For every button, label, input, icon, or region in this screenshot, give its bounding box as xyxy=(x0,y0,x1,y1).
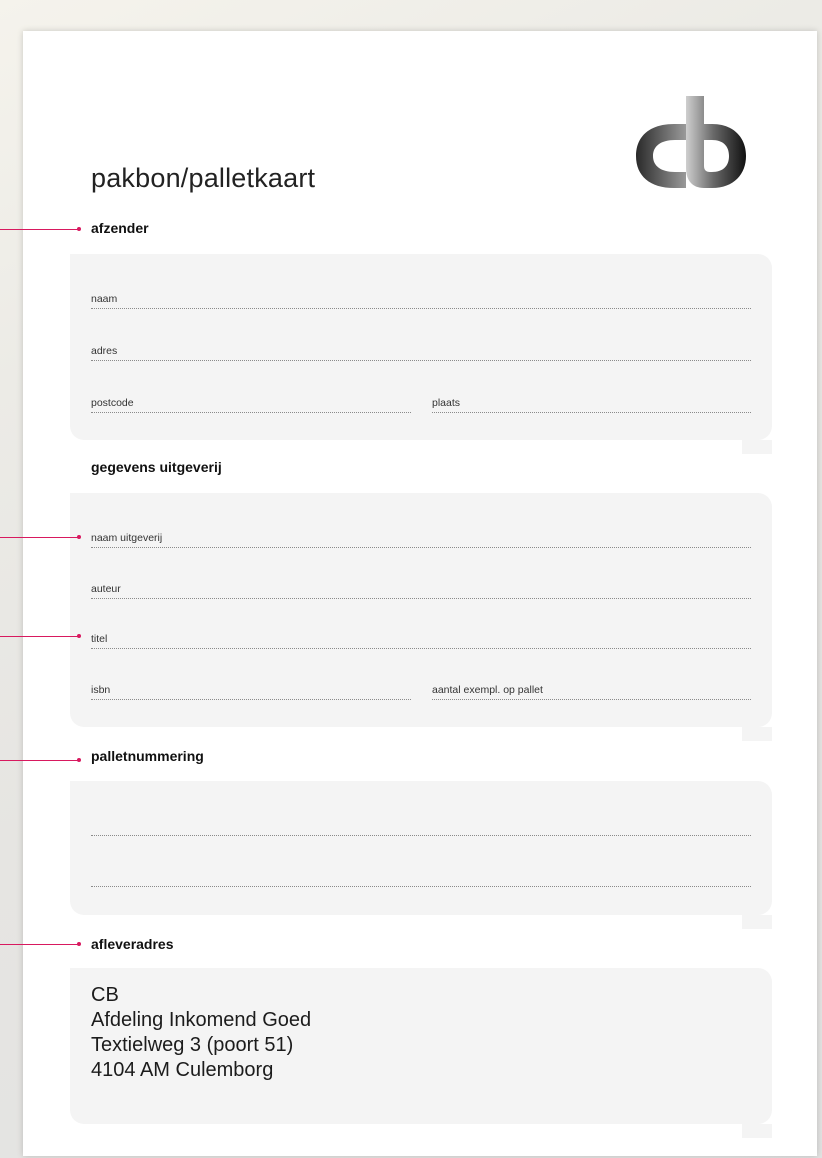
address-line-city: 4104 AM Culemborg xyxy=(91,1059,274,1081)
isbn-field[interactable]: isbn xyxy=(91,683,411,700)
fold-marker-dot xyxy=(77,758,81,762)
fold-marker-line xyxy=(0,229,79,230)
palletnummer-line-2[interactable] xyxy=(91,885,751,887)
panel-uitgeverij: naam uitgeverij auteur titel isbn aantal… xyxy=(70,493,772,741)
fold-marker-line xyxy=(0,537,79,538)
fold-marker-dot xyxy=(77,634,81,638)
section-heading-afleveradres: afleveradres xyxy=(91,936,174,952)
address-line-name: CB xyxy=(91,984,119,1006)
fold-marker-line xyxy=(0,760,79,761)
document-sheet: pakbon/palletkaart afzender naam adres p… xyxy=(23,31,817,1156)
panel-afzender: naam adres postcode plaats xyxy=(70,254,772,454)
document-title: pakbon/palletkaart xyxy=(91,163,316,193)
panel-afleveradres: CB Afdeling Inkomend Goed Textielweg 3 (… xyxy=(70,968,772,1138)
fold-marker-line xyxy=(0,944,79,945)
section-heading-afzender: afzender xyxy=(91,220,149,236)
aantal-exemplaren-field[interactable]: aantal exempl. op pallet xyxy=(432,683,751,700)
fold-marker-dot xyxy=(77,535,81,539)
panel-palletnummering xyxy=(70,781,772,929)
titel-field[interactable]: titel xyxy=(91,632,751,649)
postcode-field[interactable]: postcode xyxy=(91,396,411,413)
naam-field[interactable]: naam xyxy=(91,292,751,309)
adres-field[interactable]: adres xyxy=(91,344,751,361)
fold-marker-dot xyxy=(77,227,81,231)
address-line-street: Textielweg 3 (poort 51) xyxy=(91,1034,294,1056)
cb-logo-icon xyxy=(636,96,746,188)
fold-marker-line xyxy=(0,636,79,637)
palletnummer-line-1[interactable] xyxy=(91,834,751,836)
section-heading-uitgeverij: gegevens uitgeverij xyxy=(91,459,222,475)
plaats-field[interactable]: plaats xyxy=(432,396,751,413)
section-heading-palletnummering: palletnummering xyxy=(91,748,204,764)
address-line-department: Afdeling Inkomend Goed xyxy=(91,1009,312,1031)
fold-marker-dot xyxy=(77,942,81,946)
naam-uitgeverij-field[interactable]: naam uitgeverij xyxy=(91,531,751,548)
auteur-field[interactable]: auteur xyxy=(91,582,751,599)
